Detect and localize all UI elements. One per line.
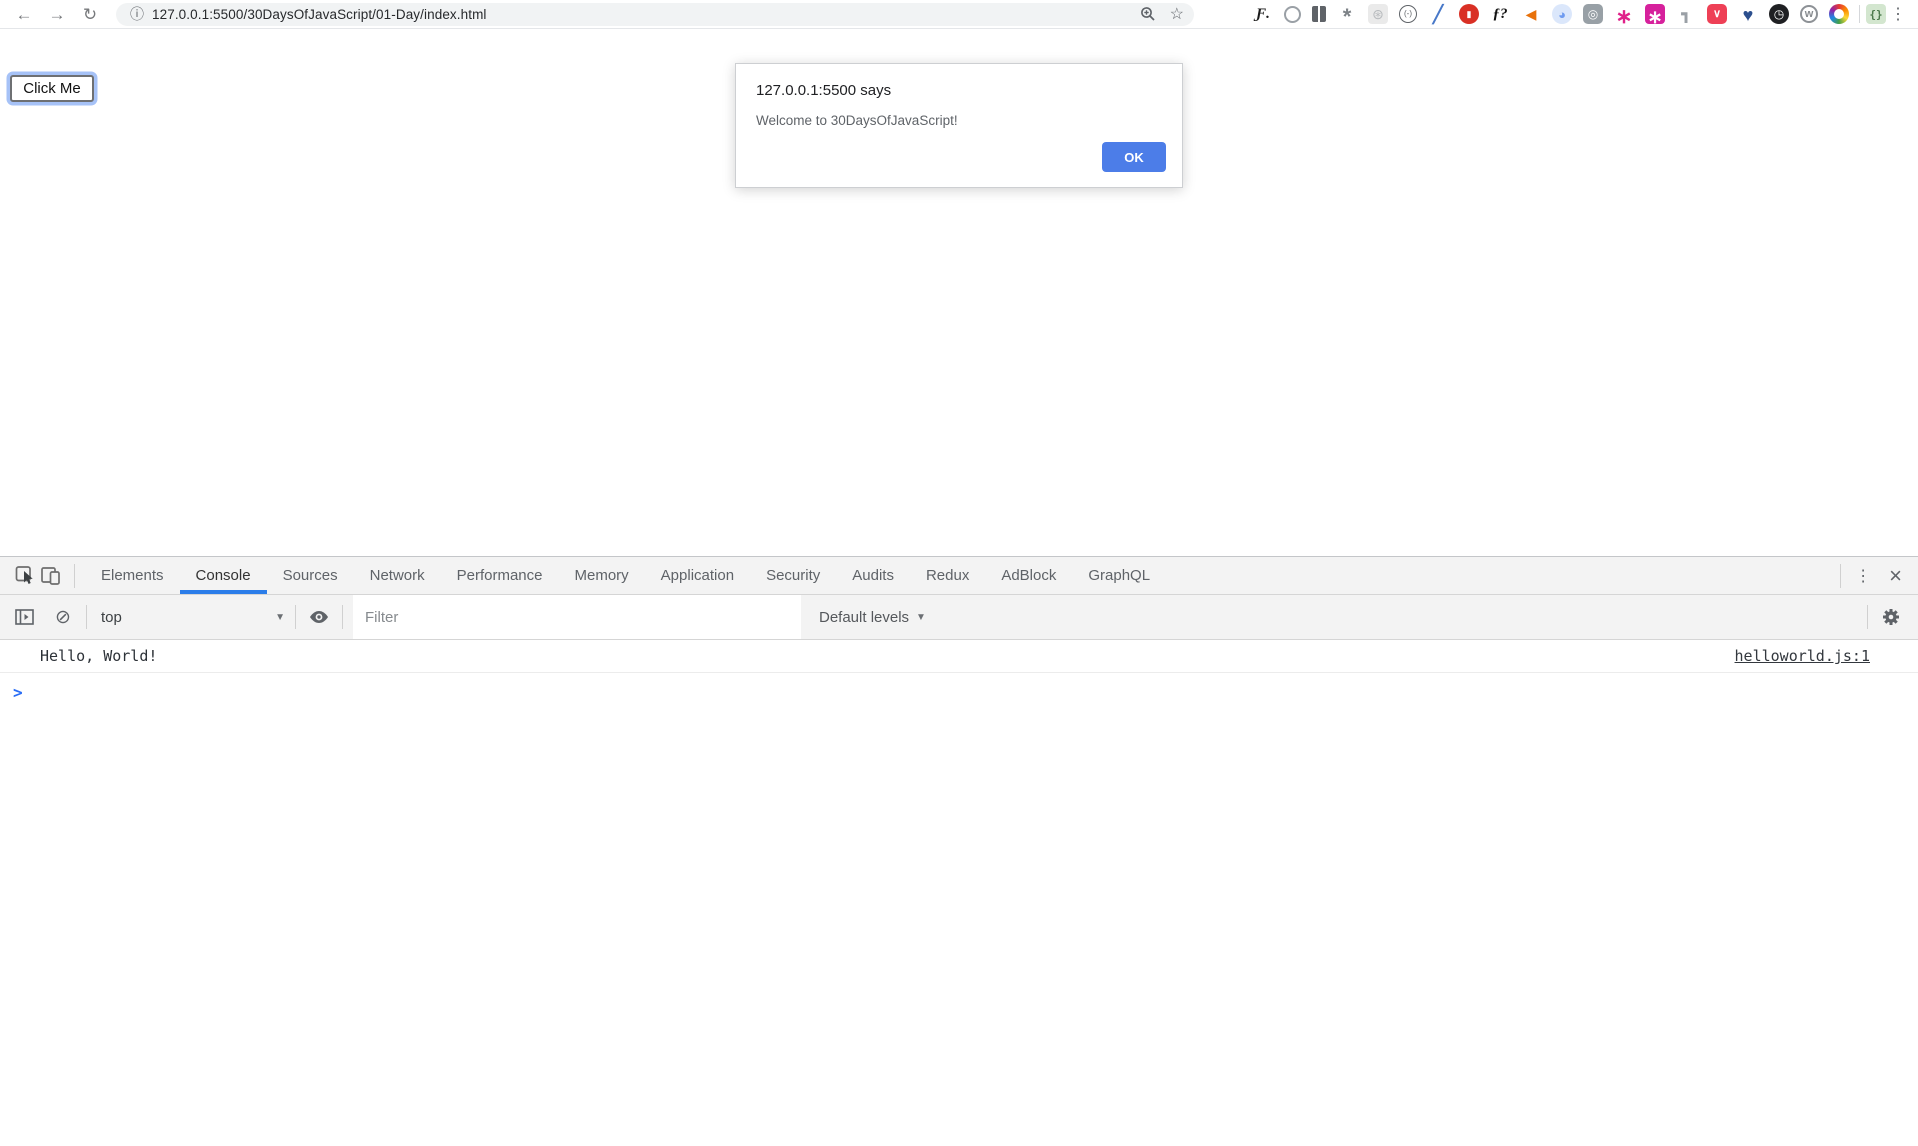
devtools-close-icon[interactable]: × <box>1889 563 1902 589</box>
alert-ok-button[interactable]: OK <box>1102 142 1166 172</box>
back-icon[interactable]: ← <box>12 6 36 23</box>
tab-memory[interactable]: Memory <box>559 557 645 594</box>
eyedropper-extension-icon[interactable]: ╱ <box>1428 4 1448 24</box>
megaphone-extension-icon[interactable]: ◀ <box>1521 4 1541 24</box>
tab-console[interactable]: Console <box>180 557 267 594</box>
settings-gear-icon[interactable] <box>1878 606 1904 628</box>
log-levels-label: Default levels <box>819 609 909 626</box>
tab-performance[interactable]: Performance <box>441 557 559 594</box>
extensions-row: Ƒ. * ⊛ (-) ╱ ▮ ƒ? ◀ ◕ ◎ ∗ ∗ ┓ ∨ ♥ ◷ w <box>1204 4 1849 24</box>
wave-extension-icon[interactable]: w <box>1800 5 1818 23</box>
console-source-link[interactable]: helloworld.js:1 <box>1735 647 1870 665</box>
console-prompt-chevron-icon: > <box>13 683 23 702</box>
browser-window: ← → ↻ ⓘ 127.0.0.1:5500/30DaysOfJavaScrip… <box>0 0 1918 1146</box>
url-text[interactable]: 127.0.0.1:5500/30DaysOfJavaScript/01-Day… <box>152 7 487 22</box>
pocket-extension-icon[interactable]: ∨ <box>1707 4 1727 24</box>
console-sidebar-toggle-icon[interactable] <box>12 606 38 628</box>
heart-search-extension-icon[interactable]: ♥ <box>1738 4 1758 24</box>
color-wheel-extension-icon[interactable] <box>1829 4 1849 24</box>
log-levels-dropdown[interactable]: Default levels ▼ <box>819 609 926 626</box>
tabbar-right-divider <box>1840 564 1841 588</box>
ring-extension-icon[interactable] <box>1284 6 1301 23</box>
devtools-panel: Elements Console Sources Network Perform… <box>0 556 1918 1146</box>
gear-square-extension-icon[interactable]: ∗ <box>1645 4 1665 24</box>
tab-sources[interactable]: Sources <box>267 557 354 594</box>
devtools-menu-icon[interactable]: ⋮ <box>1855 566 1871 586</box>
click-me-button[interactable]: Click Me <box>10 75 94 102</box>
alert-dialog-title: 127.0.0.1:5500 says <box>756 82 1162 99</box>
alert-dialog: 127.0.0.1:5500 says Welcome to 30DaysOfJ… <box>735 63 1183 188</box>
columns-extension-icon[interactable] <box>1312 6 1326 22</box>
swirl-extension-icon[interactable]: ◕ <box>1552 4 1572 24</box>
forward-icon[interactable]: → <box>45 6 69 23</box>
tab-application[interactable]: Application <box>645 557 750 594</box>
browser-menu-icon[interactable]: ⋮ <box>1890 4 1906 24</box>
console-prompt-row[interactable]: > <box>0 673 1918 702</box>
page-content: Click Me 127.0.0.1:5500 says Welcome to … <box>0 30 1918 556</box>
bookmark-star-icon[interactable]: ☆ <box>1170 4 1184 24</box>
execution-context-label: top <box>101 609 122 626</box>
camera-extension-icon[interactable]: ◎ <box>1583 4 1603 24</box>
browser-toolbar: ← → ↻ ⓘ 127.0.0.1:5500/30DaysOfJavaScrip… <box>0 0 1918 29</box>
execution-context-dropdown[interactable]: top ▼ <box>101 609 285 626</box>
tab-audits[interactable]: Audits <box>836 557 910 594</box>
chevron-down-icon: ▼ <box>275 612 285 623</box>
alert-dialog-message: Welcome to 30DaysOfJavaScript! <box>756 113 1162 128</box>
clear-console-icon[interactable]: ⊘ <box>50 606 76 628</box>
stop-hand-extension-icon[interactable]: ▮ <box>1459 4 1479 24</box>
fontninja-extension-icon[interactable]: Ƒ. <box>1253 4 1273 24</box>
console-filter-input[interactable] <box>353 595 801 639</box>
site-info-icon[interactable]: ⓘ <box>130 4 144 24</box>
zoom-icon[interactable] <box>1140 6 1156 22</box>
tab-security[interactable]: Security <box>750 557 836 594</box>
chevron-down-icon: ▼ <box>916 612 926 623</box>
tab-elements[interactable]: Elements <box>85 557 180 594</box>
console-toolbar-divider-1 <box>86 605 87 629</box>
pipe-extension-icon[interactable]: ┓ <box>1676 4 1696 24</box>
parens-extension-icon[interactable]: (-) <box>1399 5 1417 23</box>
inspect-element-icon[interactable] <box>12 565 38 587</box>
json-viewer-extension-icon[interactable]: {} <box>1866 4 1886 24</box>
console-log-row[interactable]: Hello, World! helloworld.js:1 <box>0 640 1918 673</box>
flower-extension-icon[interactable]: ∗ <box>1614 4 1634 24</box>
devtools-tabbar: Elements Console Sources Network Perform… <box>0 557 1918 595</box>
reload-icon[interactable]: ↻ <box>78 6 102 23</box>
address-bar[interactable]: ⓘ 127.0.0.1:5500/30DaysOfJavaScript/01-D… <box>116 3 1194 26</box>
console-toolbar: ⊘ top ▼ Default levels ▼ <box>0 595 1918 640</box>
console-toolbar-divider-3 <box>342 605 343 629</box>
live-expression-eye-icon[interactable] <box>306 606 332 628</box>
tab-redux[interactable]: Redux <box>910 557 985 594</box>
clock-extension-icon[interactable]: ◷ <box>1769 4 1789 24</box>
fquestion-extension-icon[interactable]: ƒ? <box>1490 4 1510 24</box>
device-toolbar-icon[interactable] <box>38 565 64 587</box>
console-toolbar-divider-2 <box>295 605 296 629</box>
console-toolbar-divider-4 <box>1867 605 1868 629</box>
console-log-text: Hello, World! <box>40 647 157 665</box>
bug-extension-icon[interactable]: * <box>1337 4 1357 24</box>
tab-adblock[interactable]: AdBlock <box>985 557 1072 594</box>
tab-graphql[interactable]: GraphQL <box>1072 557 1166 594</box>
toolbar-divider <box>1859 5 1860 23</box>
tabbar-divider <box>74 564 75 588</box>
atom-extension-icon[interactable]: ⊛ <box>1368 4 1388 24</box>
tab-network[interactable]: Network <box>354 557 441 594</box>
